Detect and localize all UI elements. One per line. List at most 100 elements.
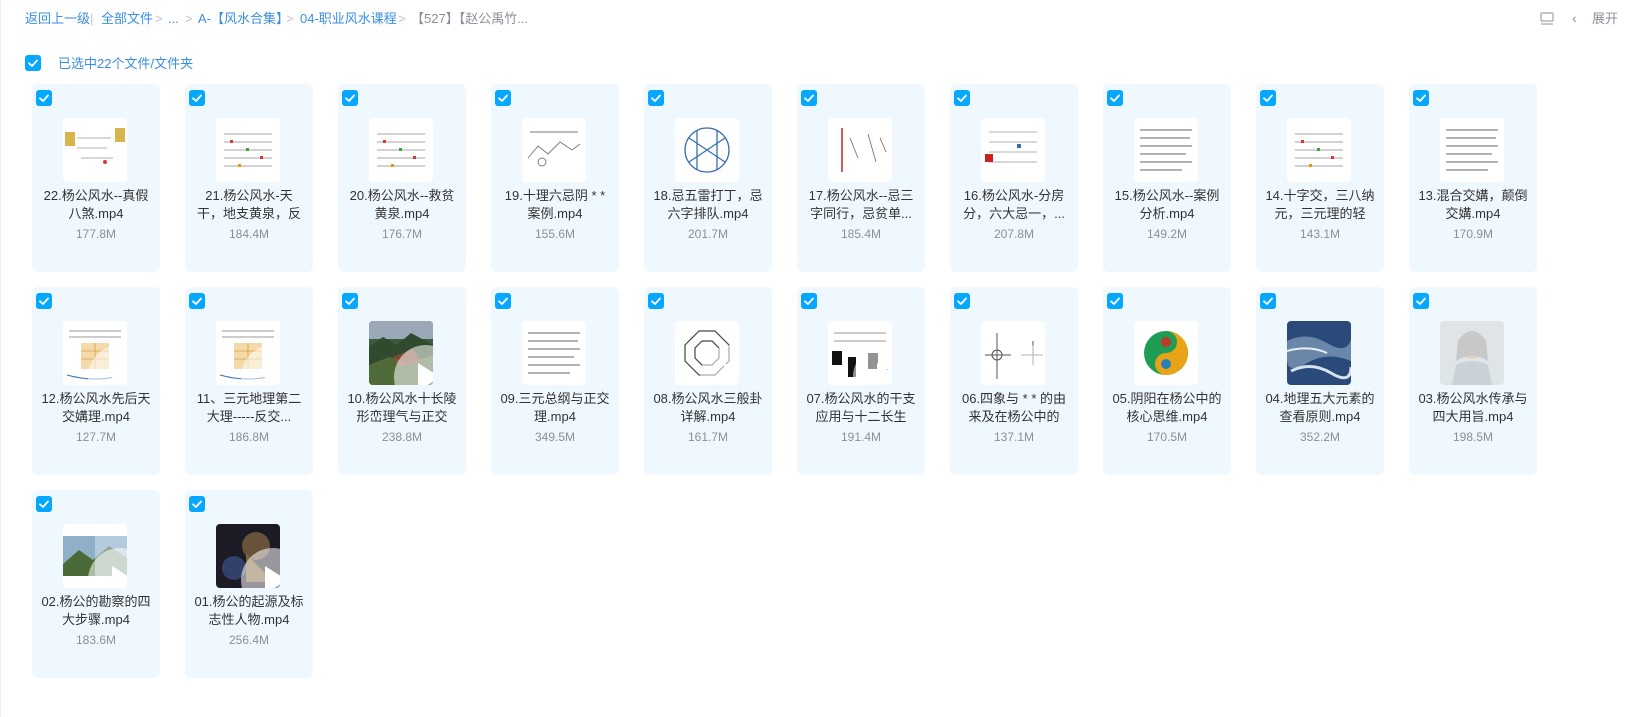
file-name[interactable]: 01.杨公的起源及标志性人物.mp4	[193, 593, 305, 629]
file-thumbnail[interactable]	[63, 321, 127, 385]
file-thumbnail[interactable]	[216, 118, 280, 182]
file-checkbox[interactable]	[495, 90, 511, 106]
expand-button[interactable]: 展开	[1592, 11, 1618, 27]
file-card[interactable]: 04.地理五大元素的查看原则.mp4 352.2M	[1256, 287, 1384, 475]
file-thumbnail[interactable]	[828, 118, 892, 182]
file-checkbox[interactable]	[189, 90, 205, 106]
file-checkbox[interactable]	[801, 90, 817, 106]
file-thumbnail[interactable]	[981, 321, 1045, 385]
file-name[interactable]: 11、三元地理第二大理-----反交...	[193, 390, 305, 426]
file-name[interactable]: 20.杨公风水--救贫黄泉.mp4	[346, 187, 458, 223]
chevron-left-icon[interactable]: ‹	[1572, 10, 1577, 26]
file-card[interactable]: 03.杨公风水传承与四大用旨.mp4 198.5M	[1409, 287, 1537, 475]
file-card[interactable]: 15.杨公风水--案例分析.mp4 149.2M	[1103, 84, 1231, 272]
file-checkbox[interactable]	[342, 293, 358, 309]
file-card[interactable]: 10.杨公风水十长陵形峦理气与正交 238.8M	[338, 287, 466, 475]
file-card[interactable]: 20.杨公风水--救贫黄泉.mp4 176.7M	[338, 84, 466, 272]
file-name[interactable]: 13.混合交媾，颠倒交媾.mp4	[1417, 187, 1529, 223]
file-thumbnail[interactable]	[675, 118, 739, 182]
file-checkbox[interactable]	[1413, 90, 1429, 106]
file-name[interactable]: 04.地理五大元素的查看原则.mp4	[1264, 390, 1376, 426]
file-name[interactable]: 07.杨公风水的干支应用与十二长生	[805, 390, 917, 426]
file-card[interactable]: 06.四象与 * * 的由来及在杨公中的 137.1M	[950, 287, 1078, 475]
file-checkbox[interactable]	[648, 90, 664, 106]
file-thumbnail[interactable]	[1287, 118, 1351, 182]
file-card[interactable]: 19.十理六忌阴 * * 案例.mp4 155.6M	[491, 84, 619, 272]
file-card[interactable]: 05.阴阳在杨公中的核心思维.mp4 170.5M	[1103, 287, 1231, 475]
file-card[interactable]: 16.杨公风水-分房分，六大忌一，... 207.8M	[950, 84, 1078, 272]
file-name[interactable]: 15.杨公风水--案例分析.mp4	[1111, 187, 1223, 223]
file-card[interactable]: 09.三元总纲与正交理.mp4 349.5M	[491, 287, 619, 475]
list-view-icon[interactable]	[1540, 12, 1554, 26]
file-checkbox[interactable]	[189, 496, 205, 512]
file-card[interactable]: 02.杨公的勘察的四大步骤.mp4 183.6M	[32, 490, 160, 678]
file-thumbnail[interactable]	[1440, 118, 1504, 182]
file-name[interactable]: 09.三元总纲与正交理.mp4	[499, 390, 611, 426]
file-thumbnail[interactable]	[216, 321, 280, 385]
select-all-checkbox[interactable]	[25, 55, 41, 71]
file-name[interactable]: 06.四象与 * * 的由来及在杨公中的	[958, 390, 1070, 426]
breadcrumb-level2[interactable]: 04-职业风水课程	[300, 11, 397, 27]
file-checkbox[interactable]	[36, 90, 52, 106]
file-checkbox[interactable]	[1107, 293, 1123, 309]
file-card[interactable]: 01.杨公的起源及标志性人物.mp4 256.4M	[185, 490, 313, 678]
file-thumbnail[interactable]	[1134, 321, 1198, 385]
file-thumbnail[interactable]	[522, 118, 586, 182]
file-checkbox[interactable]	[1260, 293, 1276, 309]
file-checkbox[interactable]	[36, 496, 52, 512]
file-thumbnail[interactable]	[1134, 118, 1198, 182]
file-size: 177.8M	[75, 227, 117, 241]
file-name[interactable]: 03.杨公风水传承与四大用旨.mp4	[1417, 390, 1529, 426]
file-card[interactable]: 08.杨公风水三般卦详解.mp4 161.7M	[644, 287, 772, 475]
file-name[interactable]: 12.杨公风水先后天交媾理.mp4	[40, 390, 152, 426]
file-name[interactable]: 14.十字交，三八纳元，三元理的轻	[1264, 187, 1376, 223]
file-name[interactable]: 10.杨公风水十长陵形峦理气与正交	[346, 390, 458, 426]
file-card[interactable]: 13.混合交媾，颠倒交媾.mp4 170.9M	[1409, 84, 1537, 272]
file-card[interactable]: 22.杨公风水--真假八煞.mp4 177.8M	[32, 84, 160, 272]
file-name[interactable]: 16.杨公风水-分房分，六大忌一，...	[958, 187, 1070, 223]
file-name[interactable]: 18.忌五雷打丁，忌六字排队.mp4	[652, 187, 764, 223]
back-link[interactable]: 返回上一级	[25, 11, 90, 27]
file-thumbnail[interactable]	[1440, 321, 1504, 385]
file-thumbnail[interactable]	[63, 524, 127, 588]
file-card[interactable]: 17.杨公风水--忌三字同行，忌贫单... 185.4M	[797, 84, 925, 272]
breadcrumb-ellipsis[interactable]: ...	[168, 11, 179, 27]
file-name[interactable]: 19.十理六忌阴 * * 案例.mp4	[499, 187, 611, 223]
file-checkbox[interactable]	[954, 90, 970, 106]
file-checkbox[interactable]	[189, 293, 205, 309]
file-thumbnail[interactable]	[522, 321, 586, 385]
file-name[interactable]: 22.杨公风水--真假八煞.mp4	[40, 187, 152, 223]
file-card[interactable]: 07.杨公风水的干支应用与十二长生 191.4M	[797, 287, 925, 475]
file-checkbox[interactable]	[342, 90, 358, 106]
file-card[interactable]: 12.杨公风水先后天交媾理.mp4 127.7M	[32, 287, 160, 475]
file-checkbox[interactable]	[1260, 90, 1276, 106]
file-thumbnail[interactable]	[216, 524, 280, 588]
file-card[interactable]: 14.十字交，三八纳元，三元理的轻 143.1M	[1256, 84, 1384, 272]
breadcrumb-level1[interactable]: A-【风水合集】	[198, 11, 289, 27]
file-thumbnail[interactable]	[675, 321, 739, 385]
file-checkbox[interactable]	[801, 293, 817, 309]
file-checkbox[interactable]	[954, 293, 970, 309]
file-thumbnail[interactable]	[981, 118, 1045, 182]
file-name[interactable]: 17.杨公风水--忌三字同行，忌贫单...	[805, 187, 917, 223]
file-checkbox[interactable]	[648, 293, 664, 309]
file-card[interactable]: 11、三元地理第二大理-----反交... 186.8M	[185, 287, 313, 475]
file-checkbox[interactable]	[1413, 293, 1429, 309]
file-name[interactable]: 05.阴阳在杨公中的核心思维.mp4	[1111, 390, 1223, 426]
file-card[interactable]: 18.忌五雷打丁，忌六字排队.mp4 201.7M	[644, 84, 772, 272]
breadcrumb-root[interactable]: 全部文件	[101, 11, 153, 27]
file-checkbox[interactable]	[1107, 90, 1123, 106]
file-size: 186.8M	[228, 430, 270, 444]
file-name[interactable]: 08.杨公风水三般卦详解.mp4	[652, 390, 764, 426]
file-card[interactable]: 21.杨公风水-天干，地支黄泉，反 184.4M	[185, 84, 313, 272]
file-size: 349.5M	[534, 430, 576, 444]
file-name[interactable]: 21.杨公风水-天干，地支黄泉，反	[193, 187, 305, 223]
file-thumbnail[interactable]	[369, 118, 433, 182]
file-thumbnail[interactable]	[828, 321, 892, 385]
file-name[interactable]: 02.杨公的勘察的四大步骤.mp4	[40, 593, 152, 629]
file-thumbnail[interactable]	[1287, 321, 1351, 385]
file-checkbox[interactable]	[36, 293, 52, 309]
file-checkbox[interactable]	[495, 293, 511, 309]
file-thumbnail[interactable]	[63, 118, 127, 182]
file-thumbnail[interactable]	[369, 321, 433, 385]
